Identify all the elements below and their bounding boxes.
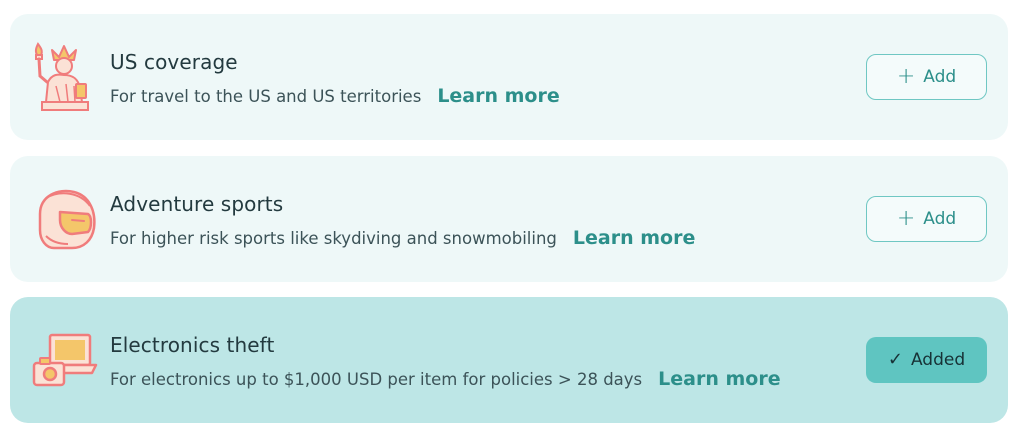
statue-of-liberty-icon: [32, 42, 98, 112]
card-title: Electronics theft: [110, 333, 275, 357]
card-description: For travel to the US and US territories: [110, 87, 422, 106]
card-description-row: For travel to the US and US territories …: [110, 85, 560, 107]
learn-more-link[interactable]: Learn more: [437, 85, 559, 107]
added-electronics-theft-button[interactable]: ✓ Added: [866, 337, 987, 383]
card-description: For higher risk sports like skydiving an…: [110, 229, 557, 248]
plus-icon: +: [896, 64, 916, 89]
addon-card-adventure-sports: Adventure sports For higher risk sports …: [10, 156, 1008, 282]
add-us-coverage-button[interactable]: + Add: [866, 54, 987, 100]
button-label: Add: [923, 209, 957, 229]
card-title: Adventure sports: [110, 192, 284, 216]
learn-more-link[interactable]: Learn more: [658, 368, 780, 390]
card-description: For electronics up to $1,000 USD per ite…: [110, 370, 643, 389]
addon-card-us-coverage: US coverage For travel to the US and US …: [10, 14, 1008, 140]
card-description-row: For higher risk sports like skydiving an…: [110, 227, 695, 249]
addon-card-electronics-theft: Electronics theft For electronics up to …: [10, 297, 1008, 423]
add-adventure-sports-button[interactable]: + Add: [866, 196, 987, 242]
learn-more-link[interactable]: Learn more: [573, 227, 695, 249]
laptop-camera-icon: [32, 325, 98, 395]
card-title: US coverage: [110, 50, 238, 74]
button-label: Add: [923, 67, 957, 87]
helmet-icon: [32, 184, 98, 254]
card-description-row: For electronics up to $1,000 USD per ite…: [110, 368, 781, 390]
plus-icon: +: [896, 206, 916, 231]
button-label: Added: [910, 350, 966, 370]
checkmark-icon: ✓: [887, 349, 903, 370]
